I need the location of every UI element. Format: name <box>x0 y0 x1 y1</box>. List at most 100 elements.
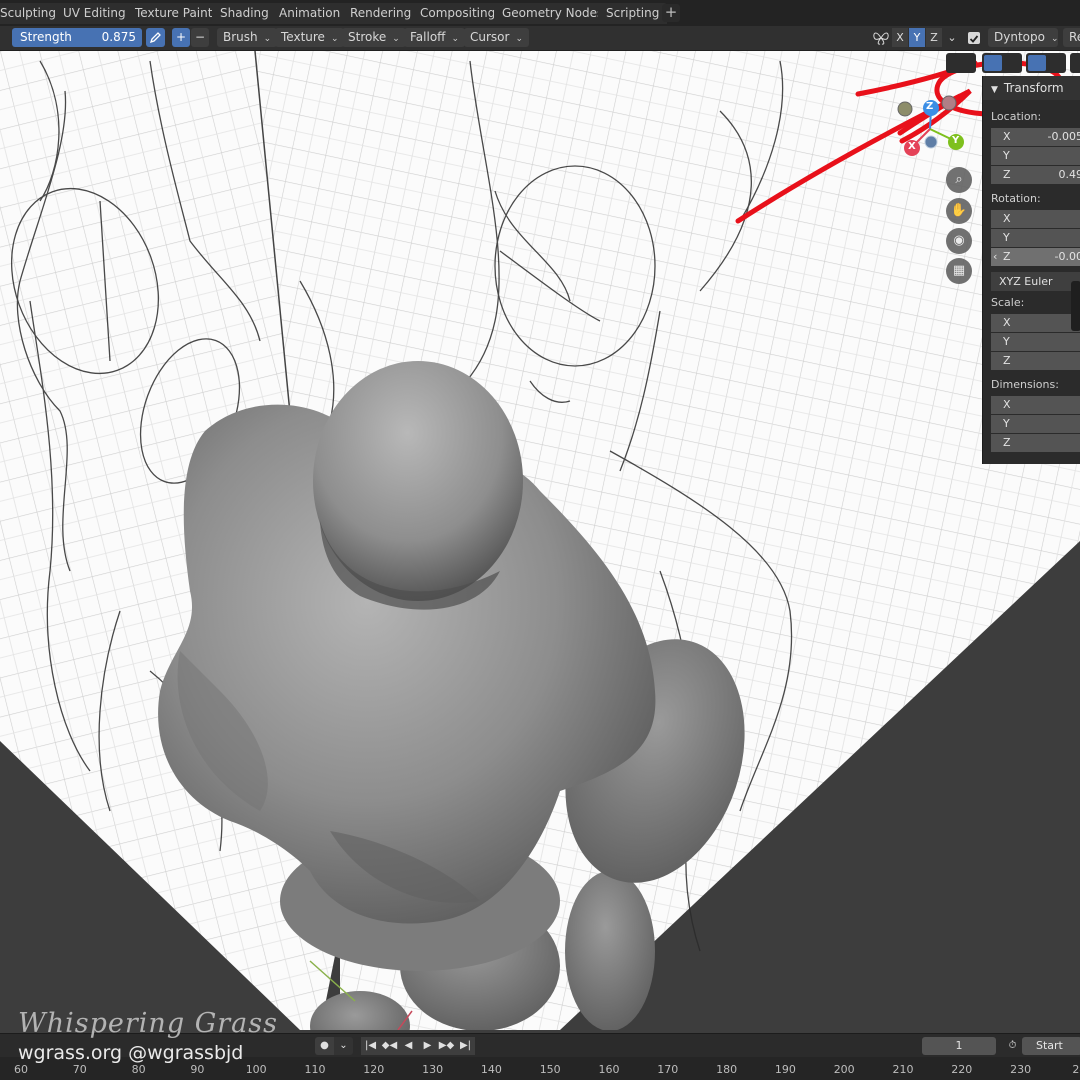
watermark-title: Whispering Grass <box>18 1008 278 1039</box>
properties-toggle[interactable] <box>1070 53 1080 73</box>
sidebar-transform-panel: ▼ Transform Location: X -0.005 Y Z 0.49 Rot… <box>982 76 1080 464</box>
tool-header: Strength 0.875 + − Brush ⌄ Texture ⌄ Strok… <box>0 26 1080 51</box>
location-x-field[interactable]: X -0.005 <box>991 128 1080 146</box>
jump-start-icon[interactable]: |◀ <box>361 1037 380 1055</box>
rotation-mode-select[interactable]: XYZ Euler <box>991 272 1080 291</box>
tab-animation[interactable]: Animation <box>271 3 349 24</box>
brush-label: Brush <box>223 30 258 44</box>
scale-y-field[interactable]: Y <box>991 333 1080 351</box>
remesh-label: Re <box>1069 30 1080 44</box>
axis-label: Y <box>1003 149 1010 162</box>
shading-toggle[interactable] <box>982 53 1022 73</box>
rotation-label: Rotation: <box>991 192 1041 205</box>
location-x-value: -0.005 <box>1047 130 1080 143</box>
workspace-tab-bar: Sculpting UV Editing Texture Paint Shadi… <box>0 0 1080 26</box>
watermark-handle: wgrass.org @wgrassbjd <box>18 1042 244 1064</box>
axis-label: Z <box>1003 436 1011 449</box>
chevron-down-icon: ⌄ <box>330 34 339 44</box>
axis-label: X <box>1003 398 1011 411</box>
pan-hand-icon[interactable]: ✋ <box>946 198 972 224</box>
mirror-y-button[interactable]: Y <box>909 28 925 47</box>
cursor-label: Cursor <box>470 30 510 44</box>
falloff-label: Falloff <box>410 30 446 44</box>
rotation-y-field[interactable]: Y <box>991 229 1080 247</box>
location-label: Location: <box>991 110 1042 123</box>
tab-uv-editing[interactable]: UV Editing <box>55 3 134 24</box>
play-icon[interactable]: ▶ <box>418 1037 437 1055</box>
tab-scripting[interactable]: Scripting <box>598 3 668 24</box>
location-z-field[interactable]: Z 0.49 <box>991 166 1080 184</box>
add-workspace-icon[interactable]: + <box>662 4 680 22</box>
dyntopo-checkbox[interactable] <box>968 32 980 44</box>
axis-label: Z <box>1003 354 1011 367</box>
zoom-icon[interactable]: ⌕ <box>946 167 972 193</box>
stroke-menu[interactable]: Stroke ⌄ <box>342 28 406 47</box>
frame-tick-label: 24 <box>1072 1063 1080 1076</box>
strength-slider[interactable]: Strength 0.875 <box>12 28 142 47</box>
axis-label: X <box>1003 316 1011 329</box>
tab-rendering[interactable]: Rendering <box>342 3 420 24</box>
jump-end-icon[interactable]: ▶| <box>456 1037 475 1055</box>
rotation-z-value: -0.00 <box>1054 250 1080 263</box>
next-keyframe-icon[interactable]: ▶◆ <box>437 1037 456 1055</box>
record-icon[interactable]: ● <box>315 1037 334 1055</box>
scale-z-field[interactable]: Z <box>991 352 1080 370</box>
frame-tick-label: 130 <box>422 1063 444 1076</box>
tab-texture-paint[interactable]: Texture Paint <box>127 3 221 24</box>
chevron-down-icon: ⌄ <box>263 34 272 44</box>
chevron-down-icon: ⌄ <box>392 34 400 44</box>
dimensions-label: Dimensions: <box>991 378 1059 391</box>
symmetry-butterfly-icon[interactable] <box>872 29 892 47</box>
remesh-menu[interactable]: Re <box>1063 28 1080 47</box>
frame-tick-label: 70 <box>72 1063 87 1076</box>
frame-tick-label: 150 <box>539 1063 561 1076</box>
frame-tick-label: 210 <box>892 1063 914 1076</box>
viewport-display-toggle[interactable] <box>1026 53 1066 73</box>
current-frame-field[interactable]: 1 <box>922 1037 996 1055</box>
pressure-pen-icon[interactable] <box>146 28 165 47</box>
add-direction-button[interactable]: + <box>172 28 190 47</box>
sidebar-scrollbar[interactable] <box>1071 281 1080 331</box>
mirror-z-button[interactable]: Z <box>926 28 942 47</box>
chevron-left-icon[interactable]: ‹ <box>993 248 997 266</box>
mirror-x-button[interactable]: X <box>892 28 908 47</box>
stroke-label: Stroke <box>348 30 387 44</box>
falloff-menu[interactable]: Falloff ⌄ <box>404 28 465 47</box>
prev-keyframe-icon[interactable]: ◆◀ <box>380 1037 399 1055</box>
tab-compositing[interactable]: Compositing <box>412 3 504 24</box>
3d-viewport[interactable]: Z Y X ⌕ ✋ ◉ ▦ <box>0 51 1080 1030</box>
play-reverse-icon[interactable]: ◀ <box>399 1037 418 1055</box>
camera-icon[interactable]: ◉ <box>946 228 972 254</box>
dimensions-y-field[interactable]: Y <box>991 415 1080 433</box>
stopwatch-icon[interactable]: ⏱ <box>1003 1037 1022 1055</box>
chevron-down-icon: ⌄ <box>1050 34 1059 44</box>
frame-tick-label: 170 <box>657 1063 679 1076</box>
transform-panel-header[interactable]: ▼ Transform <box>983 76 1080 100</box>
texture-label: Texture <box>281 30 325 44</box>
keying-chevron-down-icon[interactable]: ⌄ <box>334 1037 353 1055</box>
scale-label: Scale: <box>991 296 1025 309</box>
collapse-triangle-icon: ▼ <box>991 85 998 95</box>
dimensions-x-field[interactable]: X <box>991 396 1080 414</box>
scale-x-field[interactable]: X <box>991 314 1080 332</box>
location-y-field[interactable]: Y <box>991 147 1080 165</box>
frame-tick-label: 90 <box>190 1063 205 1076</box>
axis-label: Y <box>1003 335 1010 348</box>
rotation-z-field[interactable]: ‹ Z -0.00 <box>991 248 1080 266</box>
tab-geometry-nodes[interactable]: Geometry Nodes <box>494 3 612 24</box>
symmetry-chevron-down-icon[interactable]: ⌄ <box>944 28 960 47</box>
tab-shading[interactable]: Shading <box>212 3 277 24</box>
brush-menu[interactable]: Brush ⌄ <box>217 28 278 47</box>
rotation-x-field[interactable]: X <box>991 210 1080 228</box>
frame-tick-label: 230 <box>1010 1063 1032 1076</box>
cursor-menu[interactable]: Cursor ⌄ <box>464 28 529 47</box>
overlay-toggle[interactable] <box>946 53 976 73</box>
subtract-direction-button[interactable]: − <box>191 28 209 47</box>
dyntopo-menu[interactable]: Dyntopo ⌄ <box>988 28 1059 47</box>
dimensions-z-field[interactable]: Z <box>991 434 1080 452</box>
grid-perspective-icon[interactable]: ▦ <box>946 258 972 284</box>
axis-label: Z <box>1003 250 1011 263</box>
strength-value: 0.875 <box>101 30 136 44</box>
start-frame-field[interactable]: Start <box>1022 1037 1080 1055</box>
texture-menu[interactable]: Texture ⌄ <box>275 28 345 47</box>
